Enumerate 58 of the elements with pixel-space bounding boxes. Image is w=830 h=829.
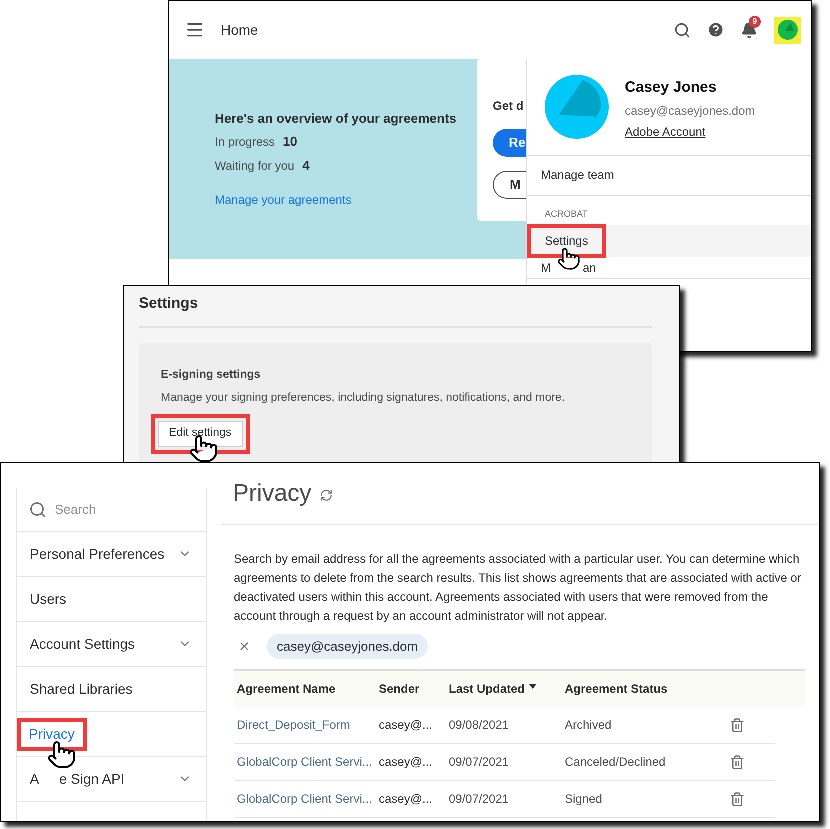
table-cell-text: Signed <box>565 791 604 808</box>
avatar-picture-icon <box>545 75 609 139</box>
column-header[interactable]: Last Updated <box>449 680 526 698</box>
sidebar-item-fragment[interactable]: e Sign API <box>59 768 125 790</box>
settings-title: Settings <box>139 295 198 312</box>
hand-cursor-icon <box>47 740 77 770</box>
menu-item-fragment[interactable]: an <box>583 258 596 276</box>
search-icon[interactable] <box>674 22 691 38</box>
table-cell-text: casey@... <box>379 754 434 771</box>
section-title: E-signing settings <box>161 368 262 383</box>
sidebar-item[interactable]: Account Settings <box>22 632 144 656</box>
notification-badge: 9 <box>749 16 761 28</box>
help-icon[interactable] <box>707 21 725 39</box>
stat-value: 4 <box>302 156 310 175</box>
avatar-highlight[interactable] <box>774 16 801 44</box>
page-title: Home <box>221 20 258 40</box>
card-title: Get d <box>493 98 524 115</box>
column-header[interactable]: Agreement Status <box>565 680 668 698</box>
table-cell-text: Canceled/Declined <box>565 754 667 771</box>
hand-cursor-icon <box>557 247 581 271</box>
table-cell-text: 09/07/2021 <box>449 791 510 808</box>
page-title: Privacy <box>233 478 312 508</box>
stat-label: In progress <box>215 134 276 152</box>
user-name: Casey Jones <box>625 78 718 98</box>
clear-filter-icon[interactable] <box>238 640 251 653</box>
table-cell-text: casey@... <box>379 791 434 808</box>
avatar-icon <box>778 20 798 40</box>
column-header[interactable]: Agreement Name <box>237 680 336 698</box>
trash-icon[interactable] <box>730 754 745 770</box>
table-cell-text: casey@... <box>379 717 434 734</box>
sidebar-item[interactable]: Personal Preferences <box>22 542 173 566</box>
sidebar-item-fragment[interactable]: A <box>30 768 40 790</box>
trash-icon[interactable] <box>730 718 745 732</box>
table-cell-text: Archived <box>565 717 613 734</box>
privacy-description: Search by email address for all the agreements associated with a particular user. You can determine which agreements to delete from the search results. This list shows agreements that are associated with active or deactivated users within this account. Agreements associated with users that were removed from the account through a request by an account administrator will not appear. <box>234 551 802 625</box>
stat-label: Waiting for you <box>215 158 295 175</box>
table-cell[interactable]: GlobalCorp Client Servi... <box>237 790 379 808</box>
sidebar-item[interactable]: Users <box>22 586 75 612</box>
trash-icon[interactable] <box>730 792 745 806</box>
edit-settings-button[interactable]: Edit settings <box>158 420 243 446</box>
table-cell[interactable]: Direct_Deposit_Form <box>237 716 379 734</box>
search-placeholder: Search <box>55 500 96 519</box>
search-icon <box>29 500 47 518</box>
sidebar-item[interactable]: Privacy <box>21 722 83 746</box>
refresh-icon[interactable] <box>320 489 333 502</box>
menu-section-label: ACROBAT <box>544 208 589 220</box>
section-description: Manage your signing preferences, including signatures, notifications, and more. <box>161 391 566 406</box>
table-cell[interactable]: GlobalCorp Client Servi... <box>237 753 379 771</box>
column-header[interactable]: Sender <box>379 680 420 698</box>
stat-value: 10 <box>283 133 298 152</box>
table-cell-text: 09/08/2021 <box>449 717 510 734</box>
email-filter-chip: casey@caseyjones.dom <box>267 634 428 659</box>
sidebar-item[interactable]: Shared Libraries <box>22 676 141 702</box>
adobe-account-link[interactable]: Adobe Account <box>625 122 756 140</box>
table-cell-text: 09/07/2021 <box>449 754 510 771</box>
overview-title: Here's an overview of your agreements <box>215 110 457 128</box>
user-email: casey@caseyjones.dom <box>625 102 756 120</box>
menu-item-fragment[interactable]: M <box>541 258 551 276</box>
